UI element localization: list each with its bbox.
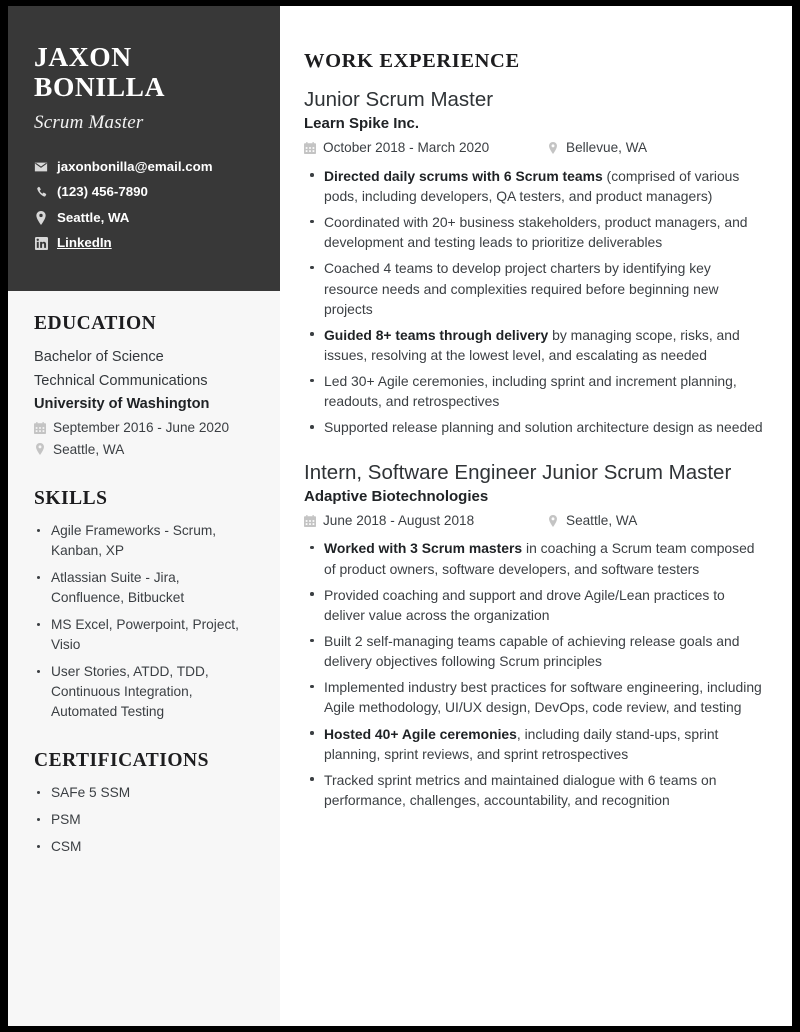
sidebar-body: EDUCATION Bachelor of Science Technical … (8, 291, 280, 885)
education-dates-text: September 2016 - June 2020 (53, 419, 230, 435)
job-entry: Junior Scrum Master Learn Spike Inc. Octob… (304, 87, 766, 438)
contact-phone-text: (123) 456-7890 (57, 184, 148, 200)
sidebar: JAXON BONILLA Scrum Master jaxonbonilla@… (8, 6, 280, 1026)
certifications-list: SAFe 5 SSM PSM CSM (34, 783, 254, 857)
contact-linkedin[interactable]: LinkedIn (34, 235, 254, 252)
list-item: User Stories, ATDD, TDD, Continuous Inte… (34, 662, 254, 722)
job-dates-text: June 2018 - August 2018 (323, 512, 475, 528)
work-experience-heading: WORK EXPERIENCE (304, 50, 520, 72)
education-location-text: Seattle, WA (53, 441, 125, 457)
bullet-highlight: Guided 8+ teams through delivery (324, 326, 549, 343)
contact-location-text: Seattle, WA (57, 209, 130, 225)
bullet-highlight: Worked with 3 Scrum masters (324, 540, 523, 557)
bullet-highlight: Hosted 40+ Agile ceremonies (324, 725, 517, 742)
skills-list: Agile Frameworks - Scrum, Kanban, XP Atl… (34, 521, 254, 722)
map-pin-icon (547, 141, 559, 154)
education-location: Seattle, WA (34, 439, 254, 461)
list-item: Built 2 self-managing teams capable of a… (304, 631, 766, 671)
contact-email-text: jaxonbonilla@email.com (57, 158, 213, 174)
list-item: Implemented industry best practices for … (304, 677, 766, 717)
map-pin-icon (34, 211, 48, 226)
list-item: Led 30+ Agile ceremonies, including spri… (304, 371, 766, 411)
contact-phone[interactable]: (123) 456-7890 (34, 184, 254, 201)
list-item: Directed daily scrums with 6 Scrum teams… (304, 166, 766, 206)
list-item: CSM (34, 837, 254, 857)
contact-linkedin-text[interactable]: LinkedIn (57, 235, 112, 252)
contact-email[interactable]: jaxonbonilla@email.com (34, 159, 254, 176)
education-field: Technical Communications (34, 372, 208, 389)
bullet-highlight: Directed daily scrums with 6 Scrum teams (324, 167, 603, 184)
job-meta: June 2018 - August 2018 Seattle, WA (304, 510, 766, 532)
calendar-icon (304, 514, 316, 527)
skills-section: SKILLS Agile Frameworks - Scrum, Kanban,… (34, 488, 254, 722)
list-item: Hosted 40+ Agile ceremonies, including d… (304, 724, 766, 764)
job-company: Adaptive Biotechnologies (304, 487, 489, 505)
list-item: Tracked sprint metrics and maintained di… (304, 770, 766, 810)
job-dates-text: October 2018 - March 2020 (323, 140, 490, 155)
list-item: Atlassian Suite - Jira, Confluence, Bitb… (34, 568, 254, 608)
job-title: Junior Scrum Master (304, 88, 494, 111)
education-heading: EDUCATION (34, 312, 157, 334)
education-degree: Bachelor of Science (34, 348, 164, 365)
skills-heading: SKILLS (34, 488, 108, 510)
calendar-icon (304, 141, 316, 154)
certifications-heading: CERTIFICATIONS (34, 750, 209, 772)
job-dates: June 2018 - August 2018 (304, 510, 547, 532)
list-item: Coordinated with 20+ business stakeholde… (304, 212, 766, 252)
resume-page: JAXON BONILLA Scrum Master jaxonbonilla@… (8, 6, 792, 1026)
contact-list: jaxonbonilla@email.com (123) 456-7890 Se… (34, 159, 254, 252)
job-location: Bellevue, WA (547, 137, 647, 159)
list-item: Coached 4 teams to develop project chart… (304, 258, 766, 318)
list-item: SAFe 5 SSM (34, 783, 254, 803)
education-school: University of Washington (34, 396, 210, 413)
map-pin-icon (547, 514, 559, 527)
job-location-text: Bellevue, WA (566, 140, 648, 155)
identity-header: JAXON BONILLA Scrum Master jaxonbonilla@… (8, 6, 280, 291)
envelope-icon (34, 160, 48, 174)
job-location-text: Seattle, WA (566, 512, 638, 528)
job-bullet-list: Directed daily scrums with 6 Scrum teams… (304, 166, 766, 438)
job-location: Seattle, WA (547, 510, 637, 532)
list-item: PSM (34, 810, 254, 830)
job-title: Intern, Software Engineer Junior Scrum M… (304, 460, 732, 484)
list-item: Worked with 3 Scrum masters in coaching … (304, 538, 766, 578)
candidate-role: Scrum Master (34, 111, 144, 133)
job-entry: Intern, Software Engineer Junior Scrum M… (304, 460, 766, 811)
education-section: EDUCATION Bachelor of Science Technical … (34, 313, 254, 460)
list-item: Guided 8+ teams through delivery by mana… (304, 325, 766, 365)
calendar-icon (34, 421, 46, 434)
list-item: Provided coaching and support and drove … (304, 585, 766, 625)
job-company: Learn Spike Inc. (304, 115, 420, 132)
certifications-section: CERTIFICATIONS SAFe 5 SSM PSM CSM (34, 750, 254, 857)
list-item: MS Excel, Powerpoint, Project, Visio (34, 615, 254, 655)
list-item: Agile Frameworks - Scrum, Kanban, XP (34, 521, 254, 561)
map-pin-icon (34, 443, 46, 456)
linkedin-icon (34, 237, 48, 251)
contact-location: Seattle, WA (34, 210, 254, 227)
work-experience-list: Junior Scrum Master Learn Spike Inc. Octob… (304, 87, 766, 810)
job-bullet-list: Worked with 3 Scrum masters in coaching … (304, 538, 766, 810)
list-item: Supported release planning and solution … (304, 417, 766, 437)
job-meta: October 2018 - March 2020 Bellevue, WA (304, 137, 766, 159)
main-column: WORK EXPERIENCE Junior Scrum Master Learn… (280, 6, 792, 1026)
education-dates: September 2016 - June 2020 (34, 417, 254, 439)
candidate-name: JAXON BONILLA (34, 41, 166, 103)
phone-icon (34, 186, 48, 199)
job-dates: October 2018 - March 2020 (304, 137, 547, 159)
